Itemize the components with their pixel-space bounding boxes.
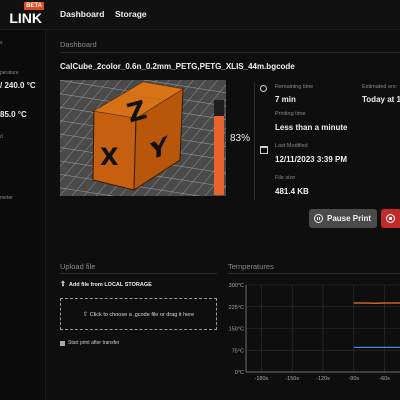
header-divider [60, 52, 400, 53]
estimated-end-label: Estimated enc [362, 84, 397, 90]
progress-bar [214, 100, 224, 195]
temperature-chart: 300°C 225°C 150°C 75°C 0°C -180s -150s -120s -90… [229, 283, 400, 382]
pause-icon [314, 214, 323, 223]
printing-time-value: Less than a minute [275, 123, 348, 132]
x-letter: X [100, 143, 119, 171]
progress-percent: 83% [230, 133, 251, 144]
file-size-label: File size [275, 175, 296, 181]
top-bar: BETA LINK Dashboard Storage [0, 0, 400, 30]
x-tick-label: -120s [316, 376, 330, 382]
remaining-time-value: 7 min [275, 95, 296, 104]
x-tick-label: -180s [255, 376, 269, 382]
pause-print-button[interactable]: Pause Print [309, 209, 377, 228]
pause-print-label: Pause Print [327, 214, 372, 223]
upload-icon: ⇧ [82, 312, 88, 318]
add-file-local-storage[interactable]: ⇧ Add file from LOCAL STORAGE [60, 280, 152, 288]
stop-icon [386, 214, 395, 223]
print-preview-image: Z X Y [60, 80, 226, 196]
stop-print-button[interactable] [381, 209, 400, 228]
start-print-checkbox-label: Start print after transfer [68, 340, 120, 346]
start-print-checkbox[interactable] [60, 341, 65, 346]
sidebar-nozzle-temp: / 240.0 °C [0, 81, 36, 90]
sidebar: s perature / 240.0 °C 85.0 °C d meter [0, 30, 46, 400]
file-name: CalCube_2color_0.6n_0.2mm_PETG,PETG_XLIS… [60, 62, 295, 71]
nav-storage[interactable]: Storage [115, 9, 147, 19]
dropzone-text: Click to choose a .gcode file or drag it… [89, 312, 195, 318]
x-tick-label: -60s [379, 376, 390, 382]
y-tick-label: 300°C [229, 283, 244, 289]
sidebar-status-label: s [0, 40, 3, 46]
nav-dashboard[interactable]: Dashboard [60, 9, 104, 19]
y-tick-label: 150°C [229, 327, 244, 333]
sidebar-speed-label: d [0, 134, 3, 140]
breadcrumb: Dashboard [60, 40, 97, 49]
printing-time-label: Printing time [275, 111, 306, 117]
upload-divider [60, 273, 217, 274]
x-tick-label: -150s [285, 376, 299, 382]
clock-icon [260, 85, 267, 92]
y-tick-label: 225°C [229, 305, 244, 311]
temperatures-divider [228, 273, 400, 274]
file-size-value: 481.4 KB [275, 187, 309, 196]
remaining-time-label: Remaining time [275, 84, 314, 90]
sidebar-temperature-label: perature [0, 70, 19, 76]
x-tick-label: -90s [348, 376, 359, 382]
y-tick-label: 75°C [232, 348, 244, 354]
upload-section-title: Upload file [60, 262, 96, 271]
sidebar-diameter-label: meter [0, 195, 13, 201]
calcube-render: Z X Y [60, 80, 226, 196]
info-divider [254, 82, 255, 200]
last-modified-label: Last Modified [275, 143, 308, 149]
progress-bar-fill [214, 116, 224, 195]
logo-text: LINK [9, 10, 42, 26]
sidebar-bed-temp: 85.0 °C [0, 110, 27, 119]
add-file-label: Add file from LOCAL STORAGE [68, 282, 152, 288]
temperatures-section-title: Temperatures [228, 262, 274, 271]
beta-badge: BETA [24, 2, 44, 10]
calendar-icon [260, 146, 268, 154]
app-logo[interactable]: BETA LINK [0, 2, 44, 26]
last-modified-value: 12/11/2023 3:39 PM [275, 155, 348, 164]
file-dropzone[interactable]: ⇧ Click to choose a .gcode file or drag i… [60, 298, 217, 330]
upload-arrow-icon: ⇧ [60, 281, 66, 288]
y-tick-label: 0°C [235, 370, 244, 376]
estimated-end-value: Today at 1 [362, 95, 400, 104]
